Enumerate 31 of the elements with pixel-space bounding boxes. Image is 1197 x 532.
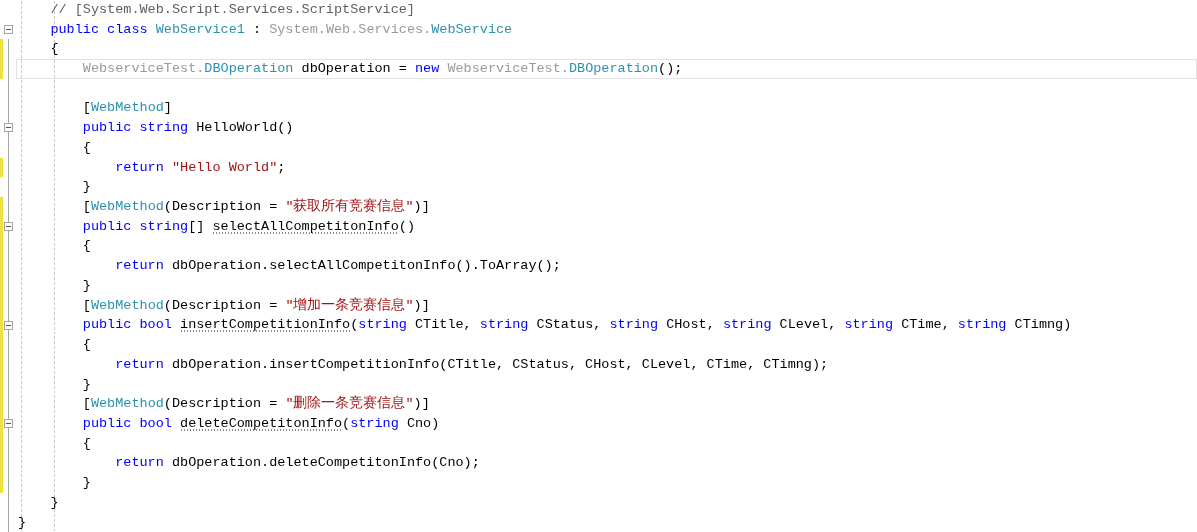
code-line: } [82,375,91,394]
code-comment: // [System.Web.Script.Services.ScriptService] [50,0,415,19]
code-line: { [82,336,91,355]
code-line: { [82,237,91,256]
code-line: [WebMethod(Description = "获取所有竞赛信息")] [82,198,430,217]
code-line: } [82,474,91,493]
code-line: } [50,493,59,512]
code-line: WebserviceTest.DBOperation dbOperation = new WebserviceTest.DBOperation(); [82,60,683,78]
code-line: } [82,276,91,295]
code-line: public bool deleteCompetitonInfo(string Cno) [82,414,440,433]
collapse-icon[interactable] [4,123,13,133]
collapse-icon[interactable] [4,320,13,330]
collapse-icon[interactable] [4,419,13,429]
collapse-icon[interactable] [4,221,13,231]
code-line: return dbOperation.deleteCompetitonInfo(Cno); [115,454,480,473]
code-line: return dbOperation.insertCompetitionInfo(CTitle, CStatus, CHost, CLevel, CTime, CTimng); [115,355,829,374]
code-line: } [18,513,27,532]
code-line: public string HelloWorld() [82,119,294,138]
code-line: return "Hello World"; [115,158,286,177]
code-line: { [82,434,91,453]
collapse-icon[interactable] [4,24,13,34]
code-line: [WebMethod(Description = "删除一条竞赛信息")] [82,395,430,414]
code-line: return dbOperation.selectAllCompetitonInfo().ToArray(); [115,257,561,276]
code-line: { [50,40,59,59]
code-line: public class WebService1 : System.Web.Services.WebService [50,20,513,39]
code-line: public bool insertCompetitionInfo(string CTitle, string CStatus, string CHost, string CLevel, string CTime, string CTimng) [82,316,1072,335]
code-line: public string[] selectAllCompetitonInfo() [82,217,415,236]
code-line: } [82,178,91,197]
code-line: [WebMethod] [82,99,172,118]
code-line: [WebMethod(Description = "增加一条竞赛信息")] [82,296,430,315]
code-line: { [82,138,91,157]
